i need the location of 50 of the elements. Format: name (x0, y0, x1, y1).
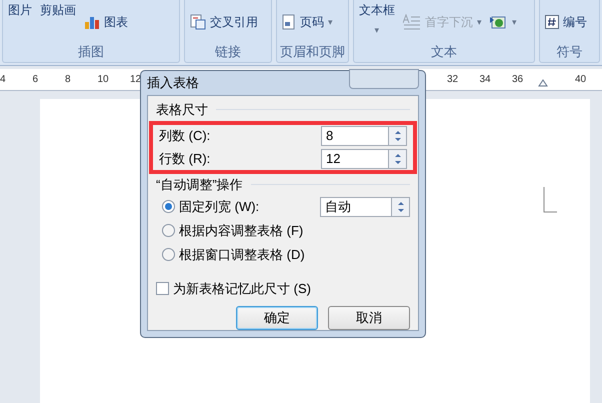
dialog-title: 插入表格 (147, 74, 199, 92)
ruler-number: 12 (130, 73, 142, 87)
spin-field[interactable]: 12 (321, 149, 389, 169)
ruler-number: 8 (65, 73, 71, 87)
radio-option[interactable]: 根据内容调整表格 (F) (162, 220, 304, 240)
ruler-number: 36 (512, 73, 524, 87)
ruler-number: 40 (575, 73, 586, 87)
group-label: 页眉和页脚 (279, 43, 346, 61)
dialog-button[interactable]: 取消 (328, 306, 410, 330)
spin-field[interactable]: 自动 (320, 196, 392, 216)
image-edit-icon (490, 14, 508, 30)
ruler-number: 34 (480, 73, 491, 87)
spin-field[interactable]: 8 (321, 126, 389, 146)
group-label: 文本 (430, 43, 458, 61)
checkbox[interactable] (156, 282, 169, 295)
field-label: 行数 (R): (159, 150, 210, 168)
group-label: 链接 (214, 43, 242, 61)
field-label: 列数 (C): (159, 127, 210, 146)
ribbon-button[interactable]: 文本框 ▾ (359, 2, 395, 38)
page-icon (282, 14, 296, 30)
spin-arrows-icon[interactable] (392, 196, 410, 216)
ribbon-button[interactable]: 页码 ▾ (282, 14, 333, 30)
dialog-button[interactable]: 确定 (236, 306, 318, 330)
drop-cap-icon (403, 14, 421, 30)
group-label: 插图 (77, 43, 105, 61)
ribbon-button[interactable]: 交叉引用 (190, 14, 258, 30)
section-heading: “自动调整”操作 (156, 176, 243, 194)
ruler-number: 32 (447, 73, 458, 87)
number-sign-icon (545, 15, 559, 29)
ruler-number: 4 (0, 73, 6, 87)
radio-option[interactable]: 固定列宽 (W): (162, 196, 260, 216)
section-heading: 表格尺寸 (156, 100, 208, 118)
bar-chart-icon (84, 14, 100, 30)
ribbon-button[interactable]: 剪贴画 (40, 2, 76, 18)
radio-option[interactable]: 根据窗口调整表格 (D) (162, 244, 305, 264)
checkbox-option[interactable]: 为新表格记忆此尺寸 (S) (156, 278, 410, 298)
ribbon-button[interactable]: 编号 (545, 14, 587, 30)
spin-arrows-icon[interactable] (389, 126, 407, 146)
radio-button[interactable] (162, 200, 175, 213)
ruler-number: 10 (98, 73, 109, 87)
radio-button[interactable] (162, 248, 175, 261)
ribbon-button[interactable]: 图表 (84, 14, 128, 30)
document-link-icon (190, 14, 206, 30)
radio-button[interactable] (162, 224, 175, 237)
group-label: 符号 (556, 43, 584, 61)
ruler-number: 6 (32, 73, 38, 87)
spin-arrows-icon[interactable] (389, 149, 407, 169)
margin-corner-icon (543, 187, 557, 213)
indent-marker-icon[interactable] (538, 79, 548, 87)
ribbon-button[interactable]: 图片 (8, 2, 32, 18)
